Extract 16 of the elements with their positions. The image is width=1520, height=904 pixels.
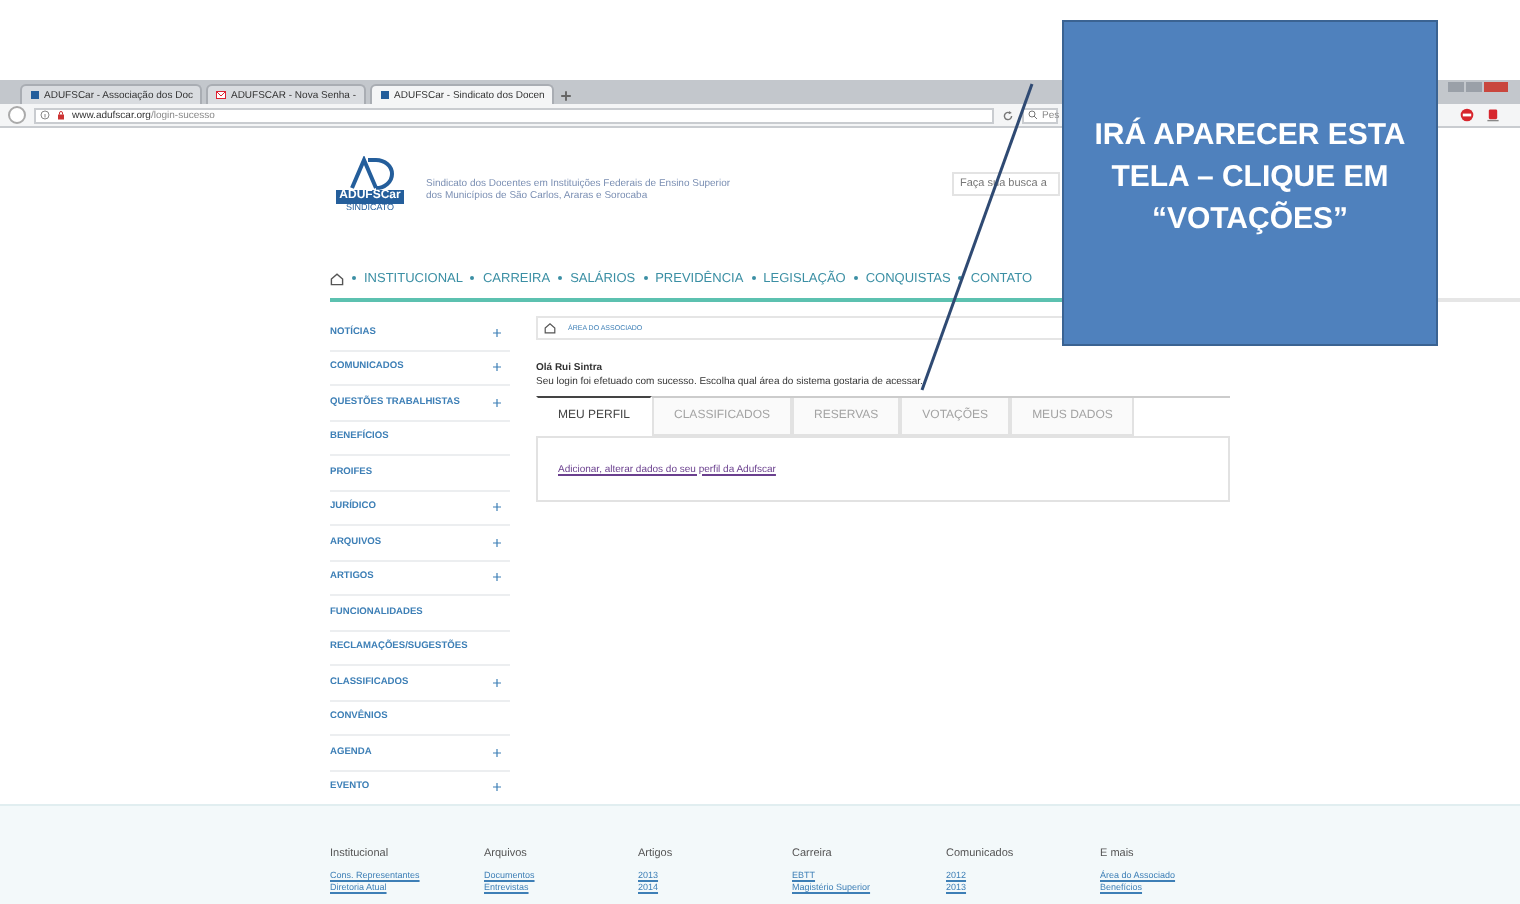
info-icon [40, 110, 50, 120]
callout-text: IRÁ APARECER ESTA TELA – CLIQUE EM “VOTAÇÕES” [1092, 115, 1408, 240]
plus-icon [558, 88, 575, 104]
minimize-button[interactable] [1448, 82, 1464, 92]
maximize-button[interactable] [1466, 82, 1482, 92]
mail-icon [216, 90, 227, 100]
back-button[interactable] [8, 106, 26, 124]
home-icon [330, 271, 344, 285]
favicon-icon [380, 90, 391, 100]
search-icon [1028, 110, 1038, 120]
close-button[interactable] [1484, 82, 1508, 92]
logo-mark-icon [344, 156, 396, 190]
reload-icon [1002, 109, 1014, 121]
lock-icon [56, 110, 66, 120]
favicon-icon [30, 90, 40, 100]
home-icon [544, 322, 556, 334]
